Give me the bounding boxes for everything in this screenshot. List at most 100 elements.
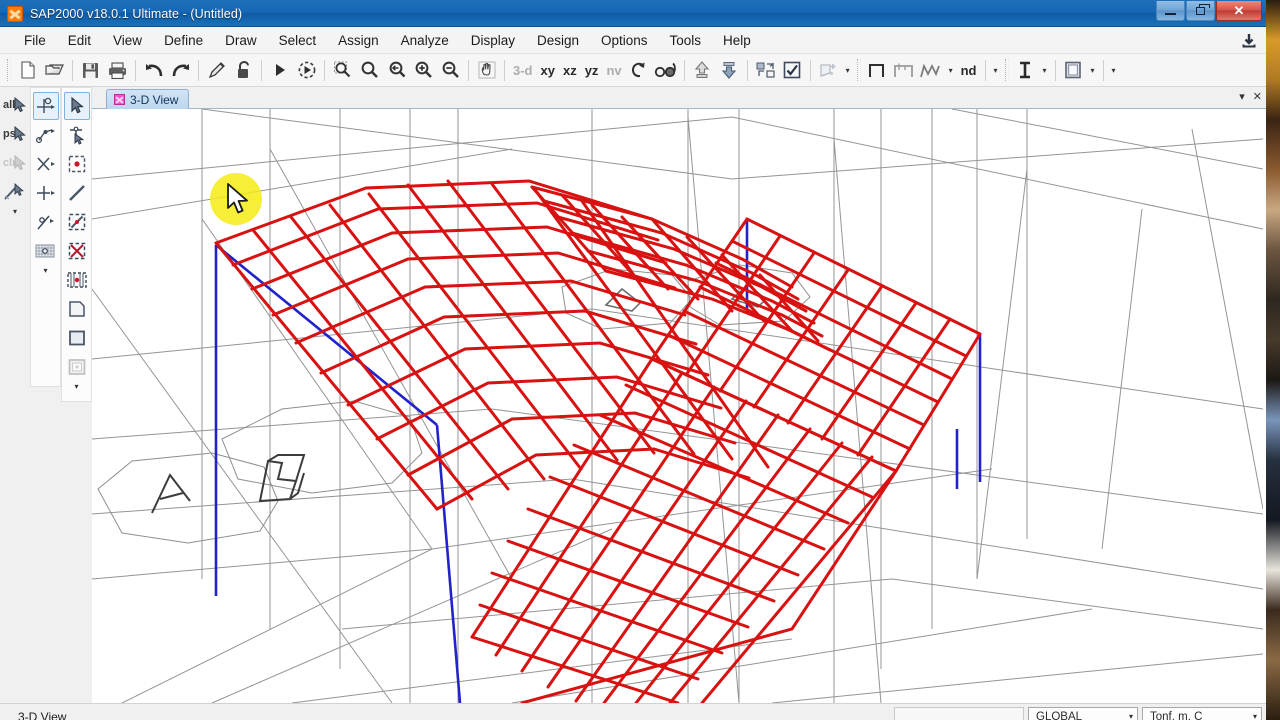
close-button[interactable]: ✕ <box>1216 1 1262 21</box>
screen-root: SAP2000 v18.0.1 Ultimate - (Untitled) ✕ … <box>0 0 1280 720</box>
i-section-icon[interactable] <box>1012 57 1039 84</box>
redo-icon[interactable] <box>167 57 194 84</box>
assign-options-icon[interactable] <box>815 57 842 84</box>
snap-line-edge-tool[interactable] <box>33 208 59 236</box>
nd-button[interactable]: nd <box>957 63 981 78</box>
extra-dropdown[interactable]: ▾ <box>1108 66 1120 75</box>
draw-rectangular-area-tool[interactable] <box>64 324 90 352</box>
toolbar-separator <box>261 59 262 81</box>
run-analysis-icon[interactable] <box>266 57 293 84</box>
select-all-tool[interactable]: all <box>2 91 28 119</box>
menu-edit[interactable]: Edit <box>57 30 102 51</box>
menu-draw[interactable]: Draw <box>214 30 268 51</box>
document-close-button[interactable]: ✕ <box>1253 90 1262 103</box>
snap-perpendicular-tool[interactable] <box>33 179 59 207</box>
menu-select[interactable]: Select <box>268 30 328 51</box>
undo-icon[interactable] <box>140 57 167 84</box>
print-icon[interactable] <box>104 57 131 84</box>
minimize-button[interactable] <box>1156 1 1185 21</box>
clear-selection-tool[interactable]: clr <box>2 149 28 177</box>
set-display-options-icon[interactable] <box>752 57 779 84</box>
menu-analyze[interactable]: Analyze <box>390 30 460 51</box>
document-window-controls: ▾ ✕ <box>1239 90 1262 103</box>
select-intersecting-tool[interactable] <box>2 178 28 206</box>
nd-dropdown[interactable]: ▾ <box>990 66 1002 75</box>
quick-draw-secondary-beam-tool[interactable] <box>64 266 90 294</box>
menu-design[interactable]: Design <box>526 30 590 51</box>
move-down-icon[interactable] <box>716 57 743 84</box>
perspective-glasses-icon[interactable] <box>653 57 680 84</box>
quick-draw-frame-tool[interactable] <box>64 208 90 236</box>
menu-tools[interactable]: Tools <box>659 30 713 51</box>
box-section-dropdown[interactable]: ▾ <box>1087 66 1099 75</box>
menu-view[interactable]: View <box>102 30 153 51</box>
view-nv-button[interactable]: nv <box>602 63 625 78</box>
toolbar-grip[interactable] <box>1004 59 1009 81</box>
view-3d-button[interactable]: 3-d <box>509 63 537 78</box>
run-step-icon[interactable] <box>293 57 320 84</box>
menu-assign[interactable]: Assign <box>327 30 390 51</box>
select-pointer-tool[interactable] <box>63 92 90 120</box>
select-toolbar-dropdown[interactable]: ▾ <box>13 207 17 217</box>
rotate-view-icon[interactable] <box>626 57 653 84</box>
tab-3d-view[interactable]: 3-D View <box>106 89 190 109</box>
frame-supports-icon[interactable] <box>918 57 945 84</box>
frame-dropdown[interactable]: ▾ <box>945 66 957 75</box>
model-3d-view[interactable] <box>92 109 1263 703</box>
toolbar-grip[interactable] <box>7 59 11 81</box>
draw-frame-cable-tool[interactable] <box>64 179 90 207</box>
quick-draw-area-tool[interactable] <box>64 353 90 381</box>
coordinate-system-select[interactable]: GLOBAL ▾ <box>1028 707 1138 720</box>
snap-toolbar-dropdown[interactable]: ▾ <box>43 266 47 276</box>
menu-help[interactable]: Help <box>712 30 762 51</box>
lock-icon[interactable] <box>230 57 257 84</box>
frame-section-icon[interactable] <box>864 57 891 84</box>
save-icon[interactable] <box>77 57 104 84</box>
menu-options[interactable]: Options <box>590 30 659 51</box>
snap-ends-midpoints-tool[interactable] <box>33 121 59 149</box>
move-up-icon[interactable] <box>689 57 716 84</box>
view-yz-button[interactable]: yz <box>581 63 603 78</box>
chevron-down-icon[interactable]: ▾ <box>1253 712 1257 720</box>
assign-options-dropdown[interactable]: ▾ <box>842 66 854 75</box>
snap-fine-grid-tool[interactable] <box>33 237 59 265</box>
zoom-full-icon[interactable] <box>356 57 383 84</box>
zoom-in-icon[interactable] <box>410 57 437 84</box>
snap-point-grid-tool[interactable] <box>32 92 59 120</box>
units-select[interactable]: Tonf, m, C ▾ <box>1142 707 1262 720</box>
new-file-icon[interactable] <box>14 57 41 84</box>
menu-file[interactable]: File <box>13 30 57 51</box>
draw-toolbar-dropdown[interactable]: ▾ <box>74 382 78 392</box>
restore-button[interactable] <box>1186 1 1215 21</box>
draw-poly-area-tool[interactable] <box>64 295 90 323</box>
check-box-icon[interactable] <box>779 57 806 84</box>
zoom-out-icon[interactable] <box>437 57 464 84</box>
toolbar-separator <box>135 59 136 81</box>
document-minimize-caret[interactable]: ▾ <box>1239 90 1245 103</box>
toolbar-separator <box>468 59 469 81</box>
draw-special-joint-tool[interactable] <box>64 150 90 178</box>
quick-draw-brace-tool[interactable] <box>64 237 90 265</box>
toolbar-separator <box>809 59 811 81</box>
zoom-box-icon[interactable] <box>329 57 356 84</box>
frame-releases-icon[interactable] <box>891 57 918 84</box>
select-previous-label: ps <box>3 128 16 140</box>
toolbar-grip[interactable] <box>856 59 861 81</box>
snap-intersections-tool[interactable] <box>33 150 59 178</box>
zoom-previous-icon[interactable] <box>383 57 410 84</box>
box-section-icon[interactable] <box>1060 57 1087 84</box>
toolbar-separator <box>198 59 199 81</box>
model-canvas[interactable] <box>92 109 1266 703</box>
chevron-down-icon[interactable]: ▾ <box>1129 712 1133 720</box>
select-previous-tool[interactable]: ps <box>2 120 28 148</box>
open-file-icon[interactable] <box>41 57 68 84</box>
download-icon[interactable] <box>1238 30 1260 52</box>
menu-display[interactable]: Display <box>460 30 526 51</box>
edit-pencil-icon[interactable] <box>203 57 230 84</box>
pan-hand-icon[interactable] <box>473 57 500 84</box>
menu-define[interactable]: Define <box>153 30 214 51</box>
reshape-element-tool[interactable] <box>64 121 90 149</box>
view-xz-button[interactable]: xz <box>559 63 581 78</box>
view-xy-button[interactable]: xy <box>537 63 559 78</box>
i-section-dropdown[interactable]: ▾ <box>1039 66 1051 75</box>
